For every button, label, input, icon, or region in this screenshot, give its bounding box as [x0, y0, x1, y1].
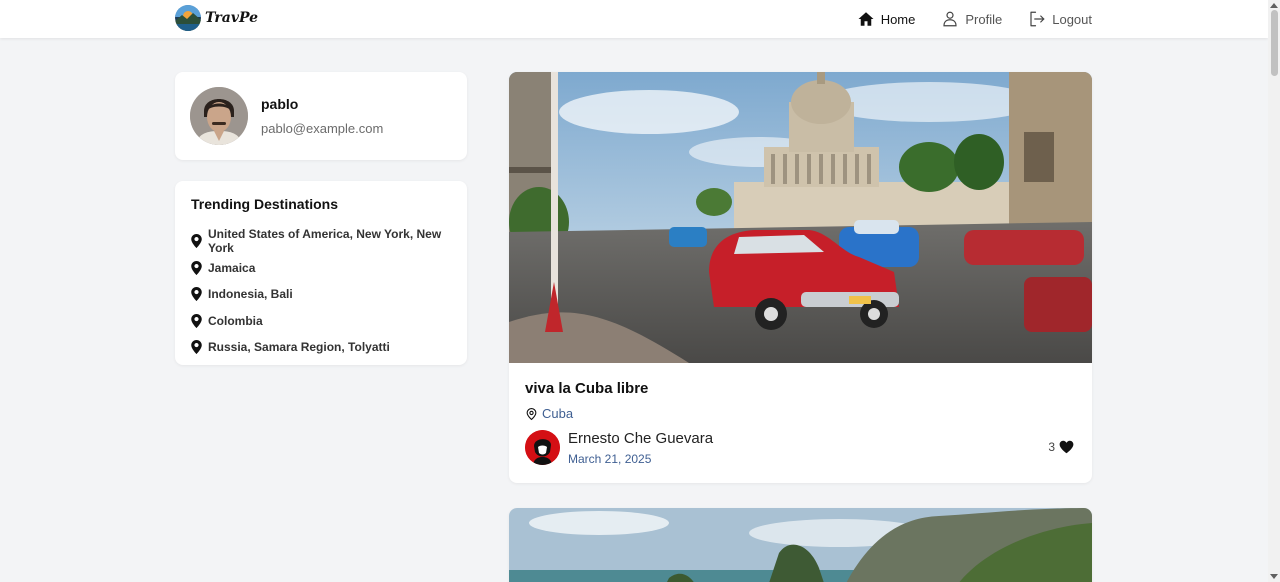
post-image[interactable] — [509, 72, 1092, 363]
destination-label: Colombia — [208, 313, 263, 328]
profile-card: pablo pablo@example.com — [175, 72, 467, 160]
logout-icon — [1030, 11, 1045, 27]
nav-logout-label: Logout — [1052, 11, 1092, 27]
destination-item[interactable]: Jamaica — [191, 255, 467, 282]
nav-home[interactable]: Home — [857, 10, 916, 28]
like-count: 3 — [1048, 440, 1055, 454]
logo[interactable]: TravPe — [175, 5, 258, 31]
post-date: March 21, 2025 — [568, 452, 652, 466]
map-pin-icon — [191, 234, 202, 249]
map-pin-icon — [191, 260, 202, 275]
destination-item[interactable]: Indonesia, Bali — [191, 281, 467, 308]
nav-logout[interactable]: Logout — [1028, 10, 1092, 28]
post-title[interactable]: viva la Cuba libre — [525, 380, 648, 397]
destination-label: Russia, Samara Region, Tolyatti — [208, 340, 390, 355]
post-image[interactable] — [509, 508, 1092, 582]
post-card[interactable]: viva la Cuba libre Cuba Ernesto Che Guev… — [509, 72, 1092, 483]
like-button[interactable]: 3 — [1048, 440, 1074, 454]
main-nav: Home Profile Logout — [857, 0, 1092, 38]
destination-label: Indonesia, Bali — [208, 287, 293, 302]
scroll-thumb[interactable] — [1271, 10, 1278, 76]
nav-profile-label: Profile — [965, 11, 1003, 27]
logo-icon — [175, 5, 201, 31]
map-pin-icon — [191, 340, 202, 355]
destination-label: Jamaica — [208, 260, 256, 275]
heart-icon — [1059, 440, 1074, 454]
profile-email: pablo@example.com — [261, 121, 384, 136]
map-pin-icon — [191, 287, 202, 302]
author-name[interactable]: Ernesto Che Guevara — [568, 430, 713, 447]
nav-profile[interactable]: Profile — [941, 10, 1002, 28]
destination-item[interactable]: Russia, Samara Region, Tolyatti — [191, 334, 467, 361]
location-outline-icon — [526, 407, 537, 420]
trending-destinations-card: Trending Destinations United States of A… — [175, 181, 467, 365]
trending-title: Trending Destinations — [191, 196, 339, 212]
author-avatar[interactable] — [525, 430, 560, 465]
page-scrollbar[interactable] — [1268, 0, 1280, 582]
avatar[interactable] — [190, 87, 248, 145]
map-pin-icon — [191, 313, 202, 328]
destination-item[interactable]: Colombia — [191, 308, 467, 335]
destination-item[interactable]: United States of America, New York, New … — [191, 227, 467, 256]
post-location-label: Cuba — [542, 406, 574, 421]
post-location[interactable]: Cuba — [525, 406, 573, 421]
profile-name: pablo — [261, 96, 299, 112]
post-card[interactable] — [509, 508, 1092, 582]
scroll-down-arrow[interactable] — [1270, 574, 1278, 579]
home-icon — [858, 12, 874, 26]
destination-label: United States of America, New York, New … — [208, 227, 442, 256]
logo-text: TravPe — [205, 10, 259, 26]
nav-home-label: Home — [880, 11, 916, 27]
scroll-up-arrow[interactable] — [1270, 3, 1278, 8]
user-icon — [943, 11, 957, 27]
top-navbar: TravPe Home Profile Logout — [0, 0, 1268, 38]
destination-list: United States of America, New York, New … — [191, 227, 467, 361]
